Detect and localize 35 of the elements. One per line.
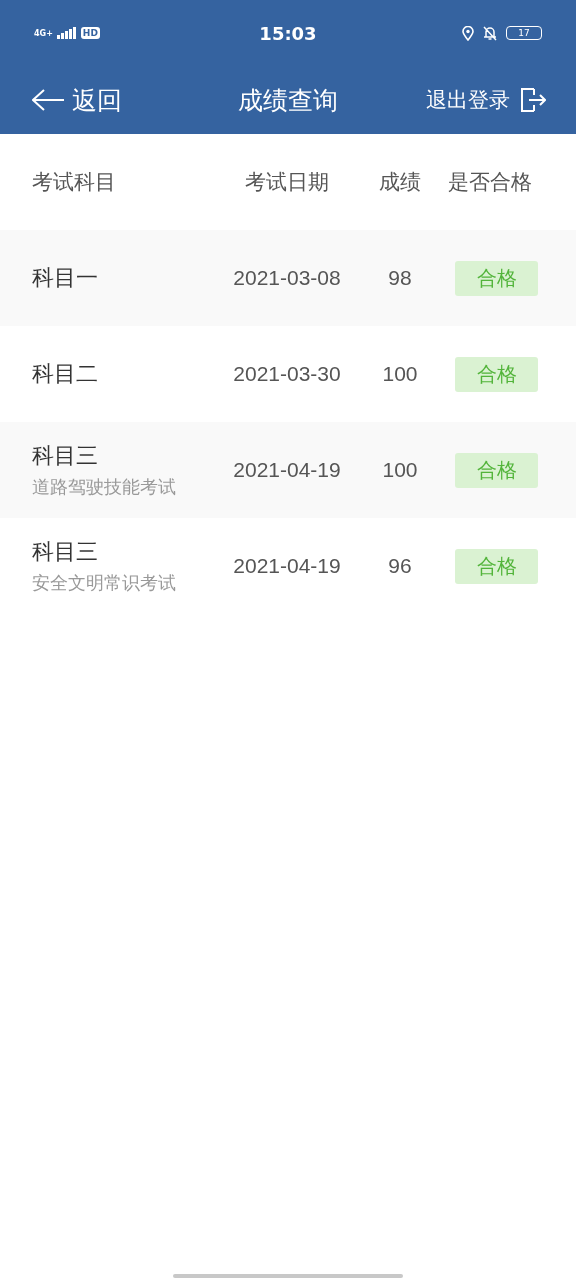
subject-note: 道路驾驶技能考试 bbox=[32, 475, 177, 499]
exam-score: 96 bbox=[387, 554, 413, 578]
exam-date: 2021-04-19 bbox=[232, 458, 342, 482]
exam-score: 98 bbox=[387, 266, 413, 290]
back-button[interactable]: 返回 bbox=[32, 83, 122, 117]
battery-icon: 17 bbox=[506, 26, 542, 40]
subject-name: 科目一 bbox=[32, 264, 99, 292]
result-tag: 合格 bbox=[455, 260, 538, 296]
exam-score: 100 bbox=[381, 362, 419, 386]
result-tag: 合格 bbox=[455, 356, 538, 392]
signal-icon bbox=[56, 27, 77, 39]
location-icon bbox=[462, 25, 474, 41]
result-tag: 合格 bbox=[455, 548, 538, 584]
column-header: 成绩 bbox=[379, 169, 421, 196]
exam-date: 2021-03-08 bbox=[232, 266, 342, 290]
logout-icon bbox=[520, 88, 546, 112]
page-title: 成绩查询 bbox=[238, 84, 338, 117]
subject-name: 科目三 bbox=[32, 538, 99, 566]
back-arrow-icon bbox=[32, 89, 64, 111]
hd-badge: HD bbox=[80, 27, 100, 39]
subject-note: 安全文明常识考试 bbox=[32, 571, 177, 595]
logout-button[interactable]: 退出登录 bbox=[426, 86, 546, 114]
muted-bell-icon bbox=[483, 25, 497, 41]
exam-score: 100 bbox=[381, 458, 419, 482]
home-indicator[interactable] bbox=[173, 1274, 403, 1278]
column-header: 是否合格 bbox=[448, 169, 532, 196]
column-header: 考试日期 bbox=[245, 169, 329, 196]
exam-date: 2021-04-19 bbox=[232, 554, 342, 578]
exam-date: 2021-03-30 bbox=[232, 362, 342, 386]
status-time: 15:03 bbox=[259, 22, 317, 44]
subject-name: 科目二 bbox=[32, 360, 99, 388]
network-label: 4G+ bbox=[34, 28, 53, 38]
result-tag: 合格 bbox=[455, 452, 538, 488]
subject-name: 科目三 bbox=[32, 442, 99, 470]
column-header: 考试科目 bbox=[32, 169, 116, 196]
